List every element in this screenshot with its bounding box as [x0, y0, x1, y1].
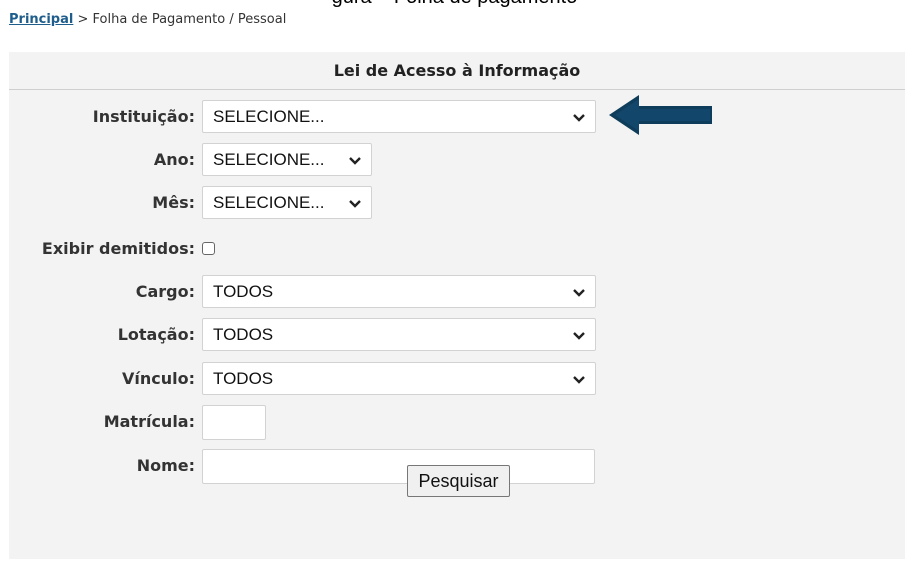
mes-select[interactable]: SELECIONE...: [202, 186, 372, 219]
row-exibir-demitidos: Exibir demitidos:: [9, 232, 609, 266]
row-vinculo: Vínculo: TODOS: [9, 362, 609, 396]
row-matricula: Matrícula:: [9, 405, 609, 440]
cargo-label: Cargo:: [135, 282, 195, 301]
nome-field[interactable]: [202, 449, 595, 484]
chevron-down-icon: [573, 289, 585, 297]
row-nome: Nome:: [9, 449, 609, 484]
chevron-down-icon: [349, 157, 361, 165]
mes-label: Mês:: [152, 193, 195, 212]
ano-label: Ano:: [153, 150, 195, 169]
instituicao-select[interactable]: SELECIONE...: [202, 100, 596, 133]
chevron-down-icon: [349, 200, 361, 208]
row-mes: Mês: SELECIONE...: [9, 186, 609, 220]
ano-selected-value: SELECIONE...: [213, 150, 325, 169]
instituicao-label: Instituição:: [92, 107, 195, 126]
matricula-label: Matrícula:: [103, 412, 195, 431]
breadcrumb-home-link[interactable]: Principal: [9, 12, 73, 27]
row-cargo: Cargo: TODOS: [9, 275, 609, 309]
matricula-field[interactable]: [202, 405, 266, 440]
vinculo-select[interactable]: TODOS: [202, 362, 596, 395]
breadcrumb-trail: > Folha de Pagamento / Pessoal: [73, 12, 287, 27]
ano-select[interactable]: SELECIONE...: [202, 143, 372, 176]
vinculo-label: Vínculo:: [121, 369, 195, 388]
cargo-selected-value: TODOS: [213, 282, 274, 301]
lotacao-label: Lotação:: [117, 325, 195, 344]
nome-label: Nome:: [136, 456, 195, 475]
lotacao-selected-value: TODOS: [213, 325, 274, 344]
cargo-select[interactable]: TODOS: [202, 275, 596, 308]
mes-selected-value: SELECIONE...: [213, 193, 325, 212]
breadcrumb: Principal > Folha de Pagamento / Pessoal: [9, 12, 286, 27]
exibir-demitidos-checkbox[interactable]: [202, 242, 215, 255]
row-ano: Ano: SELECIONE...: [9, 143, 609, 177]
exibir-demitidos-label: Exibir demitidos:: [41, 239, 195, 258]
row-instituicao: Instituição: SELECIONE...: [9, 100, 609, 134]
instituicao-selected-value: SELECIONE...: [213, 107, 325, 126]
chevron-down-icon: [573, 332, 585, 340]
search-button[interactable]: Pesquisar: [407, 465, 510, 497]
left-arrow-icon: [609, 95, 712, 135]
row-lotacao: Lotação: TODOS: [9, 318, 609, 352]
chevron-down-icon: [573, 114, 585, 122]
vinculo-selected-value: TODOS: [213, 369, 274, 388]
chevron-down-icon: [573, 376, 585, 384]
document-caption: gura Folha de pagamento: [0, 0, 909, 9]
form-title: Lei de Acesso à Informação: [9, 52, 905, 90]
page: gura Folha de pagamento Principal > Folh…: [0, 0, 909, 563]
lotacao-select[interactable]: TODOS: [202, 318, 596, 351]
